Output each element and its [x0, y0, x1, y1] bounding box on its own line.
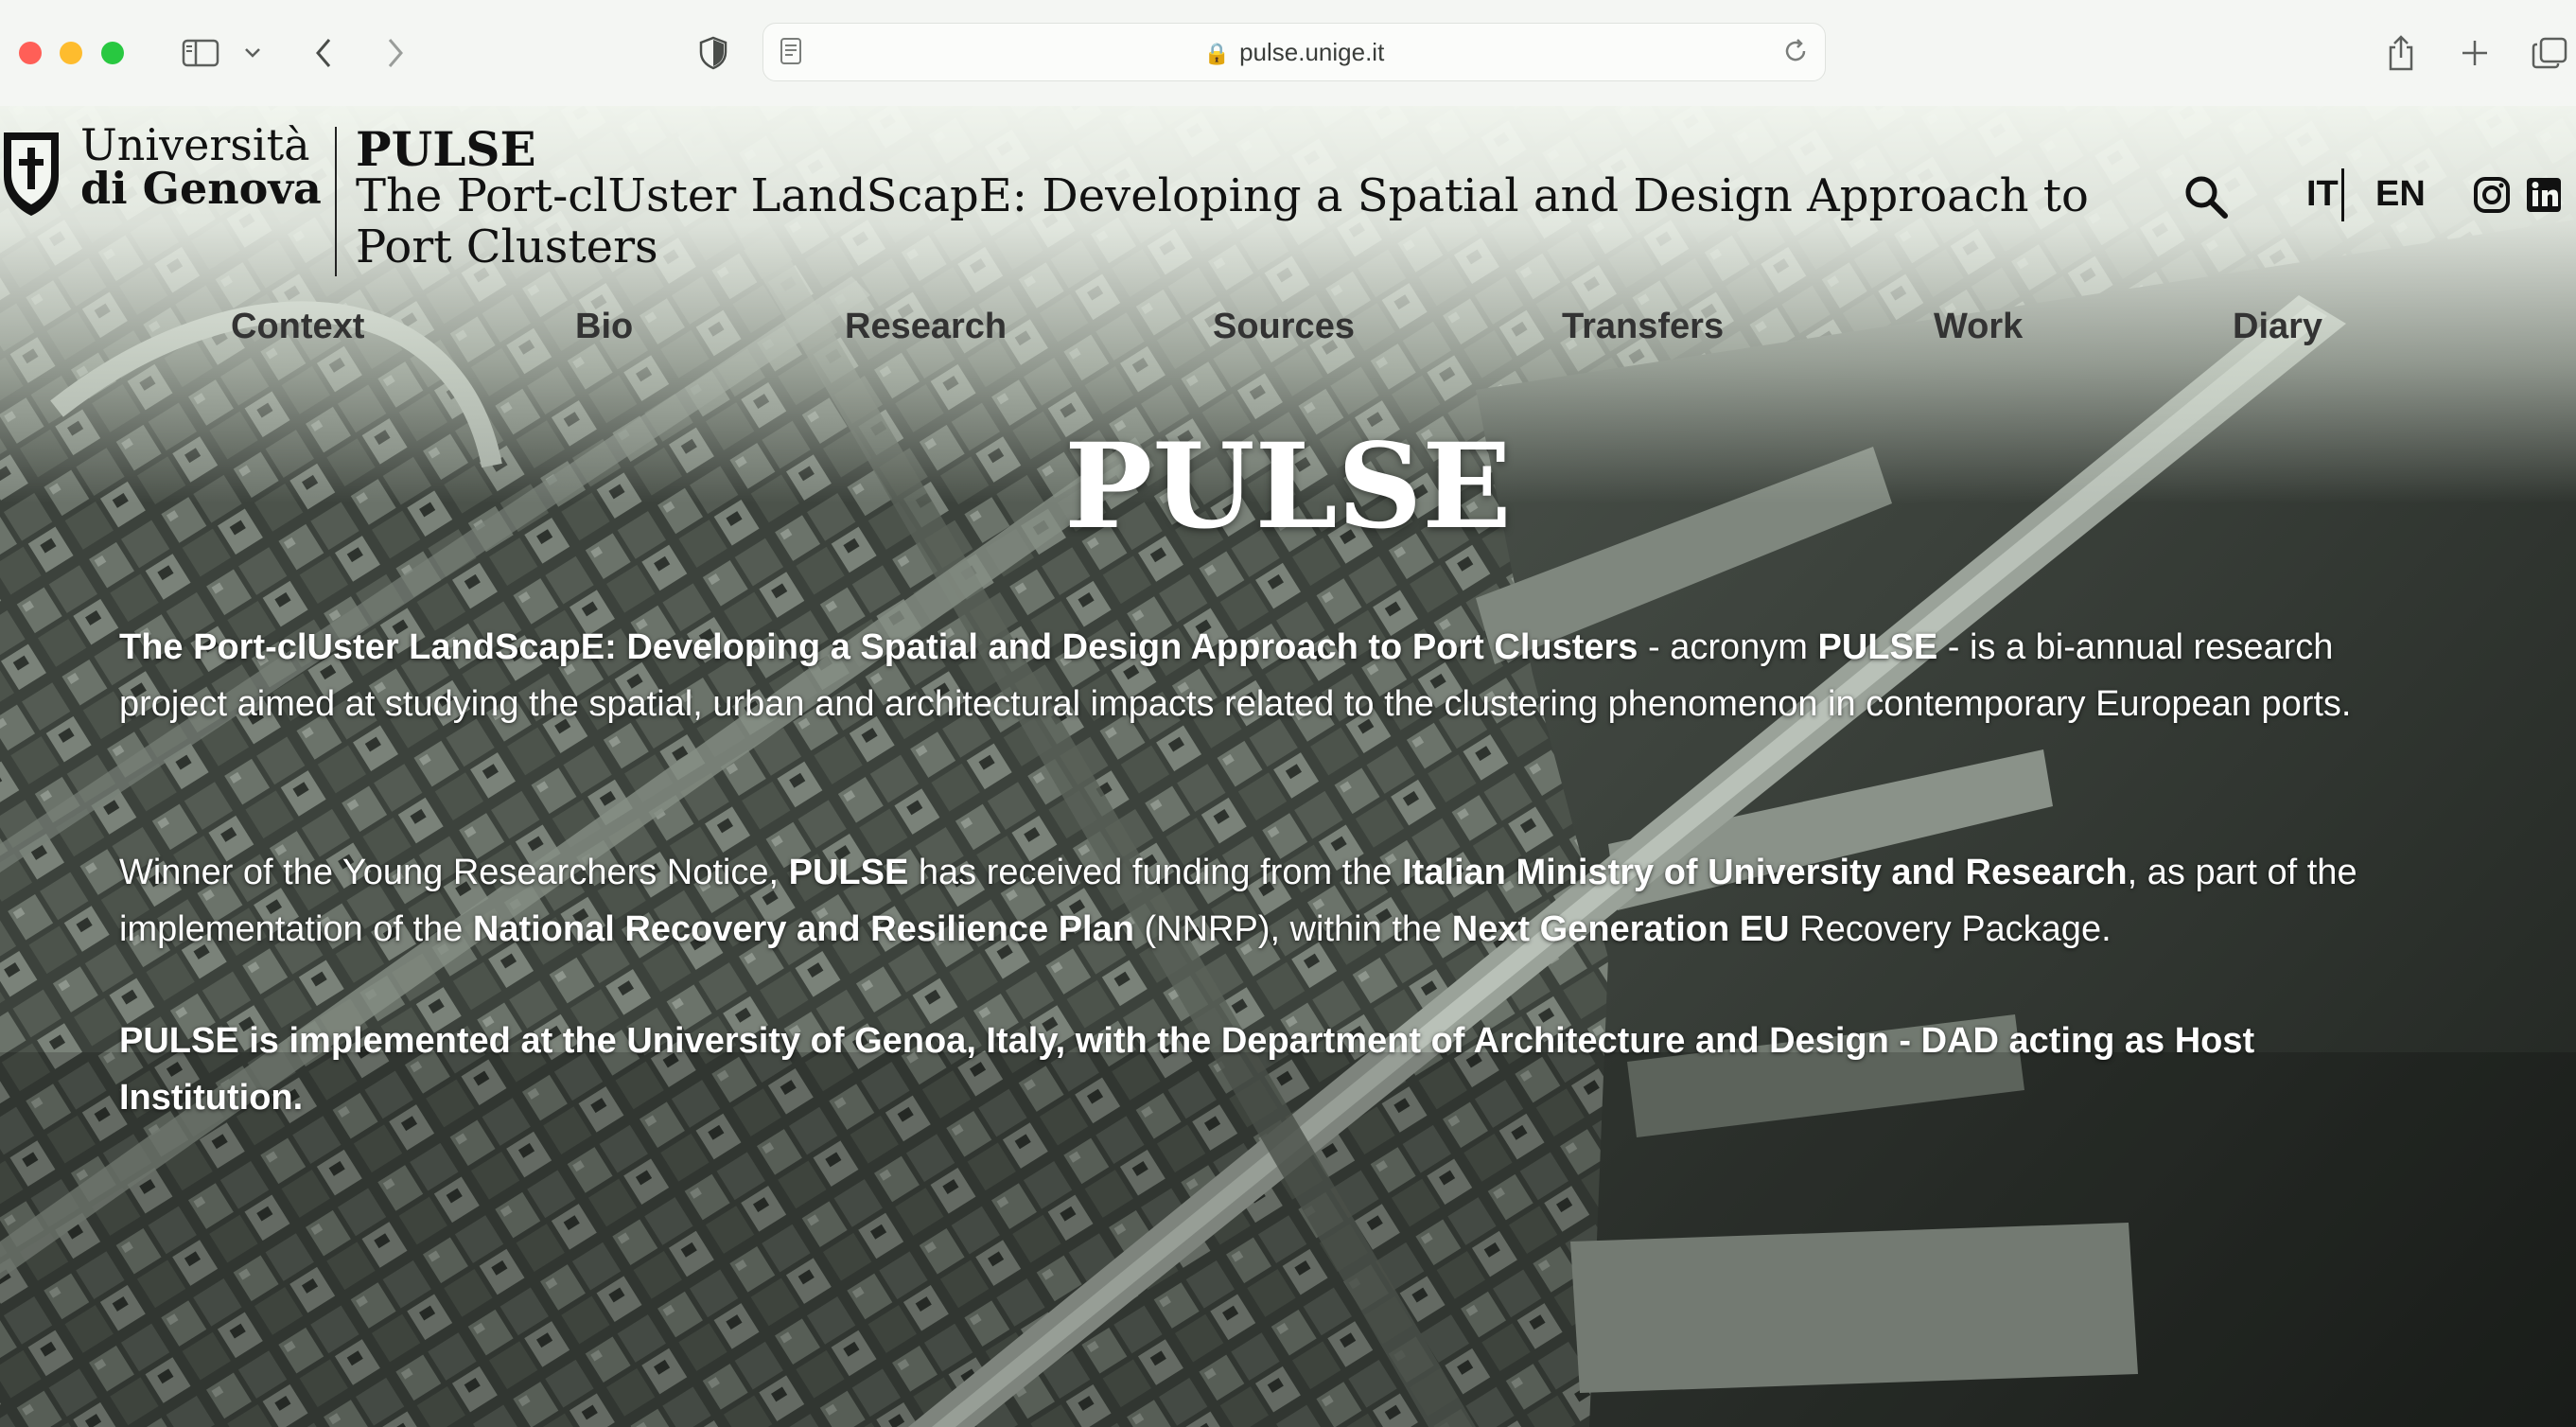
university-name-line1: Università	[80, 119, 310, 170]
sidebar-icon[interactable]	[176, 26, 225, 79]
privacy-shield-icon[interactable]	[692, 26, 734, 79]
emphasized-text: National Recovery and Resilience Plan	[472, 909, 1134, 949]
body-text: Winner of the Young Researchers Notice,	[119, 853, 789, 892]
host-institution-paragraph: PULSE is implemented at the University o…	[119, 1013, 2437, 1126]
intro-paragraph: The Port-clUster LandScapE: Developing a…	[119, 619, 2437, 732]
nav-item-research[interactable]: Research	[845, 307, 1007, 347]
zoom-window-button[interactable]	[101, 42, 124, 64]
body-text: has received funding from the	[908, 853, 1403, 892]
chevron-down-icon[interactable]	[238, 26, 267, 79]
language-it-link[interactable]: IT	[2306, 174, 2339, 215]
minimize-window-button[interactable]	[60, 42, 82, 64]
lock-icon: 🔒	[1203, 42, 1231, 65]
linkedin-icon[interactable]	[2525, 176, 2563, 214]
university-name[interactable]: Università di Genova	[80, 123, 322, 210]
emphasized-text: PULSE	[1817, 627, 1938, 667]
header-divider	[335, 127, 337, 276]
language-en-link[interactable]: EN	[2375, 174, 2426, 215]
university-logo-icon[interactable]	[0, 127, 62, 218]
body-text: Recovery Package.	[1789, 909, 2112, 949]
instagram-icon[interactable]	[2473, 176, 2511, 214]
nav-item-context[interactable]: Context	[231, 307, 364, 347]
emphasized-text: PULSE is implemented at the University o…	[119, 1021, 2255, 1118]
new-tab-icon[interactable]	[2454, 26, 2496, 79]
nav-item-sources[interactable]: Sources	[1213, 307, 1355, 347]
nav-item-transfers[interactable]: Transfers	[1562, 307, 1724, 347]
language-separator	[2341, 168, 2344, 221]
back-icon[interactable]	[305, 26, 342, 79]
emphasized-text: PULSE	[788, 853, 909, 892]
emphasized-text: Italian Ministry of University and Resea…	[1402, 853, 2128, 892]
reload-icon[interactable]	[1781, 37, 1810, 69]
nav-item-work[interactable]: Work	[1934, 307, 2023, 347]
address-bar[interactable]: 🔒 pulse.unige.it	[762, 23, 1826, 81]
search-icon[interactable]	[2182, 172, 2231, 221]
browser-toolbar: 🔒 pulse.unige.it	[0, 0, 2576, 107]
hero-title: PULSE	[1064, 418, 1512, 555]
body-text: (NNRP), within the	[1133, 909, 1452, 949]
university-name-line2: di Genova	[80, 163, 322, 214]
project-full-title: The Port-clUster LandScapE: Developing a…	[356, 169, 2089, 273]
close-window-button[interactable]	[19, 42, 42, 64]
nav-item-bio[interactable]: Bio	[575, 307, 633, 347]
url-text: pulse.unige.it	[1239, 38, 1385, 66]
body-text: - acronym	[1638, 627, 1818, 667]
share-icon[interactable]	[2380, 26, 2422, 79]
url-display[interactable]: 🔒 pulse.unige.it	[763, 38, 1825, 67]
forward-icon[interactable]	[377, 26, 414, 79]
funding-paragraph: Winner of the Young Researchers Notice, …	[119, 844, 2437, 958]
emphasized-text: The Port-clUster LandScapE: Developing a…	[119, 627, 1638, 667]
emphasized-text: Next Generation EU	[1451, 909, 1790, 949]
tab-overview-icon[interactable]	[2528, 26, 2571, 79]
nav-item-diary[interactable]: Diary	[2233, 307, 2322, 347]
web-page: Università di Genova PULSE The Port-clUs…	[0, 106, 2576, 1427]
